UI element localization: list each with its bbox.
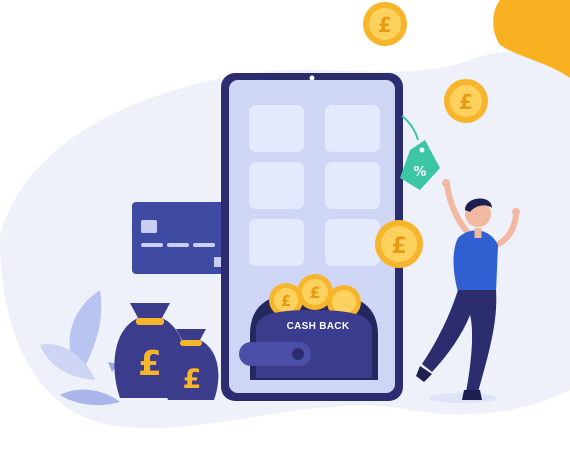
bag-symbol: £	[183, 364, 202, 395]
coin-icon: £	[444, 79, 488, 123]
coin-symbol: £	[391, 234, 406, 259]
coin-icon: £	[363, 2, 407, 46]
coin-symbol: £	[309, 283, 320, 302]
credit-card-icon	[132, 202, 228, 274]
cashback-label: CASH BACK	[280, 316, 356, 336]
coin-icon: £	[375, 220, 423, 268]
cashback-illustration: £ £ £ £ £ £ £ %	[0, 0, 570, 429]
coin-symbol: £	[459, 90, 473, 114]
coin-symbol: £	[378, 13, 392, 37]
coin-symbol: £	[281, 292, 291, 310]
bag-symbol: £	[138, 344, 162, 384]
tag-percent: %	[413, 165, 426, 180]
coin-icon: £	[297, 274, 333, 310]
